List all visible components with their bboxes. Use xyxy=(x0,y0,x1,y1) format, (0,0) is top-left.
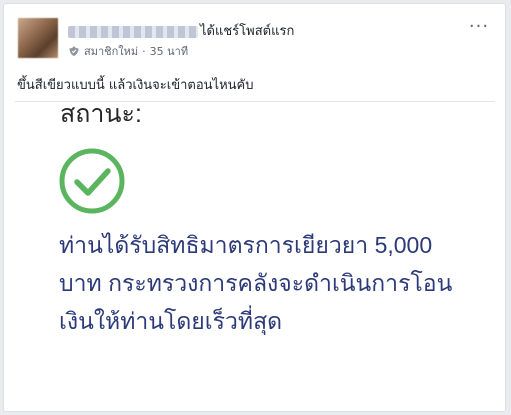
message-line: ท่านได้รับสิทธิมาตรการเยียวยา 5,000 xyxy=(59,232,433,258)
post-timestamp[interactable]: 35 นาที xyxy=(150,42,188,60)
post-card: ได้แชร์โพสต์แรก สมาชิกใหม่ · 35 นาที ···… xyxy=(3,3,506,412)
author-action: ได้แชร์โพสต์แรก xyxy=(200,24,295,39)
card-footer-space xyxy=(4,392,505,411)
member-label: สมาชิกใหม่ xyxy=(84,45,139,58)
author-avatar[interactable] xyxy=(18,18,58,58)
status-label: สถานะ: xyxy=(60,101,142,128)
author-name-blurred[interactable] xyxy=(68,25,198,38)
message-line: เงินให้ท่านโดยเร็วที่สุด xyxy=(59,308,283,334)
more-options-button[interactable]: ··· xyxy=(467,14,491,38)
check-circle-icon xyxy=(59,148,125,214)
meta-separator: · xyxy=(142,44,146,58)
message-line: บาท กระทรวงการคลังจะดำเนินการโอน xyxy=(59,270,453,296)
post-header: ได้แชร์โพสต์แรก สมาชิกใหม่ · 35 นาที ··· xyxy=(4,4,505,72)
approval-message: ท่านได้รับสิทธิมาตรการเยียวยา 5,000 บาท … xyxy=(59,226,489,340)
post-meta: สมาชิกใหม่ · 35 นาที xyxy=(68,42,188,60)
author-line: ได้แชร์โพสต์แรก xyxy=(68,20,294,41)
new-member-icon xyxy=(69,46,79,56)
post-text: ขึ้นสีเขียวแบบนี้ แล้วเงินจะเข้าตอนไหนคั… xyxy=(17,78,254,93)
shared-image[interactable]: สถานะ: ท่านได้รับสิทธิมาตรการเยียวยา 5,0… xyxy=(15,101,495,391)
